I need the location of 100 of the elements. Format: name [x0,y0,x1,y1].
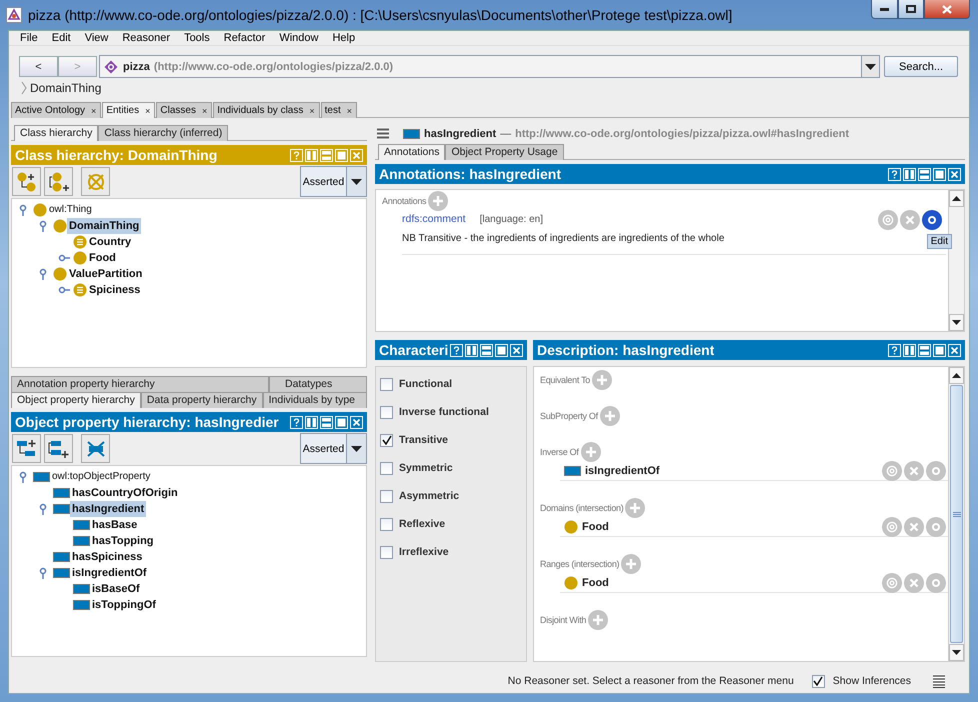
tree-node[interactable]: hasSpiciness [70,549,144,565]
entity-label[interactable]: isIngredientOf [585,464,660,476]
checkbox[interactable] [812,674,825,688]
collapsed-handle-icon[interactable] [58,253,71,263]
tree-node[interactable]: ValuePartition [67,266,144,282]
split-vertical-icon[interactable] [305,148,318,162]
minimize-button[interactable] [871,0,898,19]
close-icon[interactable] [948,168,961,180]
tree-node[interactable]: Country [87,234,134,250]
view-tab[interactable]: Annotations [378,144,446,160]
menu-item[interactable]: Reasoner [116,32,176,44]
maximize-icon[interactable] [495,344,508,356]
tab-close[interactable]: × [346,106,352,116]
tree-node[interactable]: owl:topObjectProperty [50,469,152,485]
expanded-handle-icon[interactable] [18,204,28,216]
close-icon[interactable] [350,416,363,428]
close-button[interactable] [924,0,970,19]
maximize-icon[interactable] [933,168,946,180]
workspace-tab[interactable]: Classes × [156,102,212,118]
tree-node[interactable]: hasBase [90,517,140,533]
menu-item[interactable]: Edit [46,32,77,44]
expanded-handle-icon[interactable] [18,470,28,484]
expanded-handle-icon[interactable] [38,566,48,580]
menu-item[interactable]: Refactor [218,32,272,44]
view-tab[interactable]: Class hierarchy (inferred) [98,125,228,141]
ontology-selector[interactable]: pizza (http://www.co-ode.org/ontologies/pizza/2.0.0) [99,55,880,78]
add-subproperty-button[interactable] [12,434,41,463]
add-sibling-button[interactable] [44,167,73,196]
menu-item[interactable]: Help [326,32,362,44]
scrollbar[interactable] [948,190,964,331]
view-tab[interactable]: Object Property Usage [445,144,564,160]
checkbox[interactable] [380,434,393,446]
scroll-down-icon[interactable] [952,650,961,655]
menu-item[interactable]: Tools [178,32,216,44]
help-icon[interactable] [450,344,463,356]
tree-node[interactable]: DomainThing [67,218,142,234]
tab-close[interactable]: × [91,106,96,116]
workspace-tab[interactable]: Individuals by class × [213,102,320,118]
checkbox[interactable] [380,518,393,530]
entity-label[interactable]: Food [582,576,609,588]
view-tab[interactable]: Datatypes [269,376,367,392]
scroll-up-icon[interactable] [952,373,961,378]
view-tab[interactable]: Class hierarchy [14,125,98,141]
search-button[interactable]: Search... [884,56,958,77]
menu-icon[interactable] [377,128,389,139]
tab-close[interactable]: × [145,106,150,116]
close-icon[interactable] [948,344,961,356]
split-vertical-icon[interactable] [903,344,916,356]
workspace-tab[interactable]: Entities × [102,102,156,118]
close-icon[interactable] [510,344,523,356]
breadcrumb-item[interactable]: DomainThing [30,80,102,94]
menu-item[interactable]: Window [273,32,324,44]
checkbox[interactable] [380,546,393,558]
tree-node[interactable]: hasTopping [90,533,156,549]
annotation-property[interactable]: rdfs:comment [402,213,466,225]
maximize-icon[interactable] [335,148,348,162]
mode-dropdown[interactable]: Asserted [300,166,367,197]
menu-item[interactable]: File [14,32,44,44]
split-vertical-icon[interactable] [903,168,916,180]
split-horizontal-icon[interactable] [918,344,931,356]
mode-dropdown[interactable]: Asserted [300,433,367,464]
maximize-icon[interactable] [335,416,348,428]
view-tab[interactable]: Annotation property hierarchy [11,376,269,392]
workspace-tab[interactable]: test × [320,102,358,118]
workspace-tab[interactable]: Active Ontology × [11,102,102,118]
split-horizontal-icon[interactable] [918,168,931,180]
tab-close[interactable]: × [202,106,208,116]
edit-button[interactable] [922,210,942,230]
expanded-handle-icon[interactable] [38,268,48,280]
expanded-handle-icon[interactable] [38,220,48,232]
help-icon[interactable] [888,168,901,180]
split-vertical-icon[interactable] [305,416,318,428]
tree-node[interactable]: hasIngredient [70,501,146,517]
checkbox[interactable] [380,462,393,474]
dropdown-button[interactable] [861,56,879,77]
maximize-button[interactable] [898,0,924,19]
checkbox[interactable] [380,406,393,418]
help-icon[interactable] [290,416,303,428]
view-tab[interactable]: Data property hierarchy [140,392,263,408]
split-horizontal-icon[interactable] [480,344,493,356]
scrollbar[interactable] [948,367,964,661]
tree-node[interactable]: hasCountryOfOrigin [70,485,180,501]
expanded-handle-icon[interactable] [38,502,48,516]
view-tab[interactable]: Object property hierarchy [11,392,141,408]
help-icon[interactable] [290,148,303,162]
log-icon[interactable] [933,674,945,688]
tree-node[interactable]: Food [87,250,118,266]
add-subclass-button[interactable] [12,167,41,196]
split-vertical-icon[interactable] [465,344,478,356]
collapsed-handle-icon[interactable] [58,285,71,295]
view-tab[interactable]: Individuals by type [262,392,367,408]
tree-node[interactable]: isBaseOf [90,581,142,597]
tree-node[interactable]: isToppingOf [90,597,158,613]
tree-node[interactable]: Spiciness [87,282,142,298]
tree-node[interactable]: isIngredientOf [70,565,149,581]
checkbox[interactable] [380,378,393,390]
menu-item[interactable]: View [78,32,114,44]
scroll-down-icon[interactable] [952,320,961,325]
split-horizontal-icon[interactable] [320,416,333,428]
tree-node[interactable]: owl:Thing [47,202,94,218]
